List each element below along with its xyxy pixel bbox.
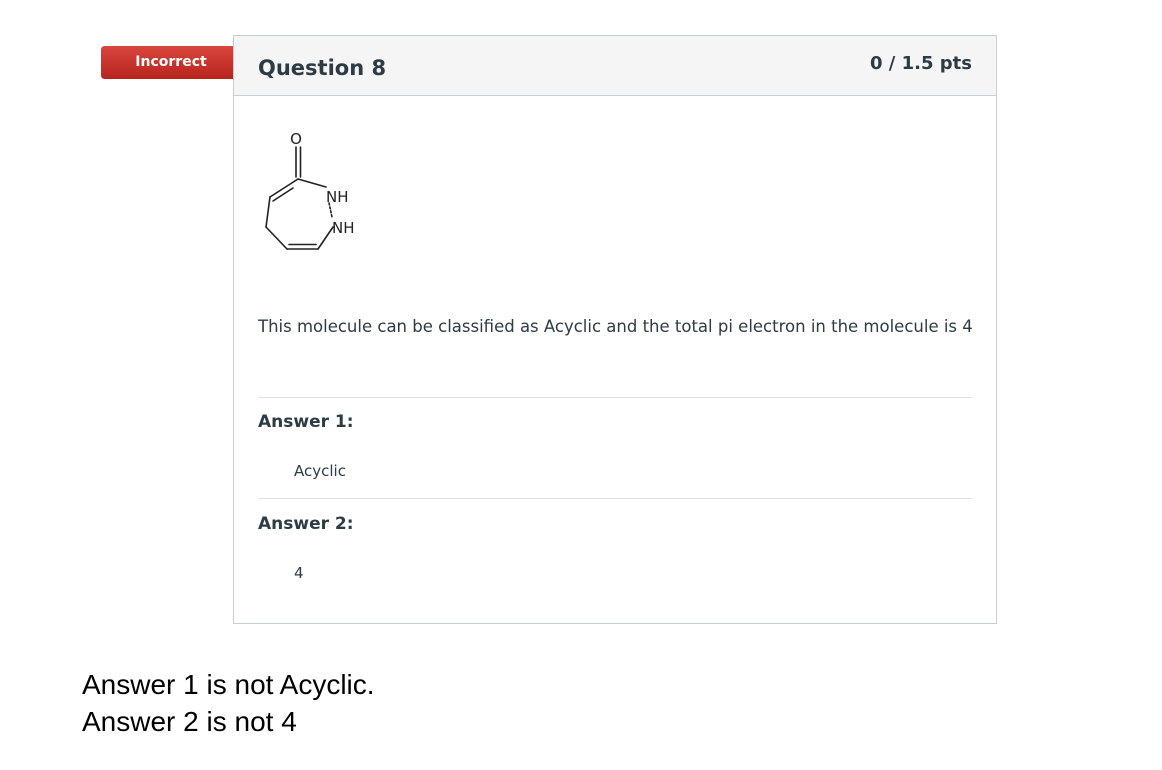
answer-2-label: Answer 2: <box>258 514 354 534</box>
note-answer-1: Answer 1 is not Acyclic. <box>82 669 375 700</box>
answer-1-value: Acyclic <box>294 462 346 480</box>
question-prompt-text: This molecule can be classified as Acycl… <box>258 317 973 336</box>
oxygen-atom-label: O <box>290 131 302 148</box>
question-card: Question 8 0 / 1.5 pts O NH NH This mole… <box>233 35 997 624</box>
note-answer-2: Answer 2 is not 4 <box>82 706 297 737</box>
answer-1-label: Answer 1: <box>258 412 354 432</box>
nh-bottom-atom-label: NH <box>332 219 355 237</box>
incorrect-status-flag: Incorrect <box>101 46 253 79</box>
status-label: Incorrect <box>135 54 207 70</box>
answer-divider <box>258 498 972 499</box>
answer-2-value: 4 <box>294 564 304 582</box>
molecule-structure-image: O NH NH <box>265 131 355 250</box>
answer-divider <box>258 397 972 398</box>
question-header: Question 8 0 / 1.5 pts <box>234 36 996 96</box>
question-points: 0 / 1.5 pts <box>870 53 972 74</box>
nh-top-atom-label: NH <box>326 188 349 206</box>
question-title: Question 8 <box>258 56 387 80</box>
